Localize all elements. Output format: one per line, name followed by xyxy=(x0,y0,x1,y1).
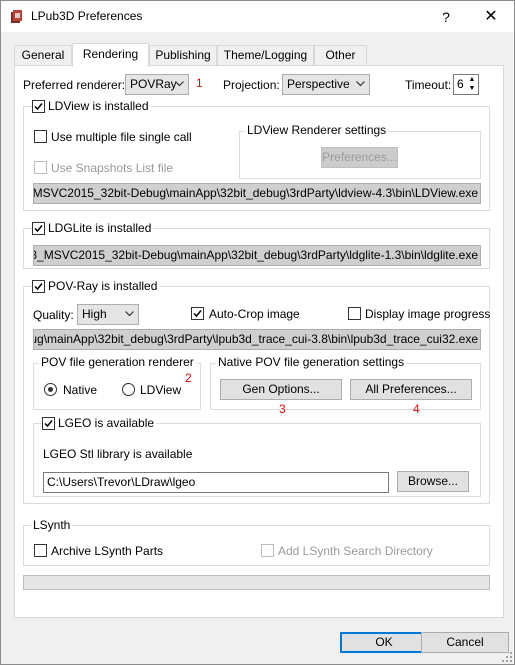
povray-path-text: C:\Users\Trevor\Projects\build_2015_11_3… xyxy=(34,332,478,346)
quality-value: High xyxy=(82,307,107,321)
tab-theme-logging[interactable]: Theme/Logging xyxy=(217,45,314,66)
preferences-dialog: LPub3D Preferences ? ✕ General Rendering… xyxy=(0,0,515,665)
tab-rendering[interactable]: Rendering xyxy=(72,43,149,67)
quality-label: Quality: xyxy=(33,308,74,322)
ldglite-path-field[interactable]: C:\Users\Trevor\Projects\build_2015_11_3… xyxy=(33,245,481,266)
projection-value: Perspective xyxy=(287,77,350,91)
lgeo-browse-button[interactable]: Browse... xyxy=(397,471,469,492)
window-title: LPub3D Preferences xyxy=(31,9,143,23)
checkmark-icon xyxy=(34,225,43,233)
povray-installed-checkbox[interactable] xyxy=(32,280,45,293)
cancel-button[interactable]: Cancel xyxy=(421,632,509,653)
lpub3d-app-icon xyxy=(11,10,22,23)
autocrop-label: Auto-Crop image xyxy=(209,307,300,321)
ldview-installed-label: LDView is installed xyxy=(46,99,151,113)
ldview-renderer-settings-title: LDView Renderer settings xyxy=(245,123,389,137)
help-button[interactable]: ? xyxy=(433,6,459,28)
ldview-path-field[interactable]: C:\Users\Trevor\Projects\build_2015_11_3… xyxy=(33,183,481,204)
archive-lsynth-label: Archive LSynth Parts xyxy=(51,544,164,558)
ok-button[interactable]: OK xyxy=(340,632,428,653)
projection-label: Projection: xyxy=(223,78,280,92)
preferred-renderer-label: Preferred renderer: xyxy=(23,78,126,92)
chevron-down-icon xyxy=(125,311,134,317)
marker-1: 1 xyxy=(196,76,203,90)
tab-general[interactable]: General xyxy=(14,45,72,66)
close-button[interactable]: ✕ xyxy=(478,6,504,28)
lsynth-title: LSynth xyxy=(31,518,73,532)
resize-grip-icon[interactable] xyxy=(501,651,513,663)
ldglite-installed-checkbox[interactable] xyxy=(32,222,45,235)
marker-2: 2 xyxy=(185,371,192,385)
snapshots-checkbox[interactable] xyxy=(34,161,47,174)
gen-options-button[interactable]: Gen Options... xyxy=(220,379,342,400)
add-lsynth-search-checkbox[interactable] xyxy=(261,544,274,557)
title-bar: LPub3D Preferences ? ✕ xyxy=(1,1,514,32)
all-preferences-button[interactable]: All Preferences... xyxy=(350,379,472,400)
ldview-radio[interactable] xyxy=(122,383,135,396)
tab-other[interactable]: Other xyxy=(314,45,367,66)
archive-lsynth-checkbox[interactable] xyxy=(34,544,47,557)
checkmark-icon xyxy=(44,420,53,428)
checkmark-icon xyxy=(34,283,43,291)
native-pov-settings-title: Native POV file generation settings xyxy=(216,355,407,369)
checkmark-icon xyxy=(34,103,43,111)
povray-installed-label: POV-Ray is installed xyxy=(46,279,160,293)
lgeo-path-field[interactable]: C:\Users\Trevor\LDraw\lgeo xyxy=(43,472,389,493)
ldview-path-text: C:\Users\Trevor\Projects\build_2015_11_3… xyxy=(33,186,478,200)
multi-file-label: Use multiple file single call xyxy=(51,130,192,144)
lgeo-available-checkbox[interactable] xyxy=(42,417,55,430)
projection-combo[interactable]: Perspective xyxy=(282,74,370,95)
timeout-value: 6 xyxy=(457,77,464,91)
preferred-renderer-combo[interactable]: POVRay xyxy=(125,74,189,95)
ldview-radio-label: LDView xyxy=(140,383,182,397)
radio-dot xyxy=(48,387,53,392)
lgeo-stl-label: LGEO Stl library is available xyxy=(43,447,193,461)
chevron-down-icon xyxy=(175,81,184,87)
native-radio[interactable] xyxy=(44,383,57,396)
spin-down-icon[interactable]: ▼ xyxy=(466,84,478,94)
multi-file-checkbox[interactable] xyxy=(34,130,47,143)
marker-4: 4 xyxy=(413,402,420,416)
checkmark-icon xyxy=(193,310,202,318)
tab-publishing[interactable]: Publishing xyxy=(149,45,217,66)
timeout-label: Timeout: xyxy=(405,78,452,92)
add-lsynth-search-label: Add LSynth Search Directory xyxy=(278,544,433,558)
ldglite-path-text: C:\Users\Trevor\Projects\build_2015_11_3… xyxy=(34,248,478,262)
snapshots-label: Use Snapshots List file xyxy=(51,161,174,175)
ldview-installed-checkbox[interactable] xyxy=(32,100,45,113)
autocrop-checkbox[interactable] xyxy=(191,307,204,320)
pov-gen-renderer-title: POV file generation renderer xyxy=(39,355,196,369)
native-radio-label: Native xyxy=(63,383,98,397)
marker-3: 3 xyxy=(279,402,286,416)
progress-bar xyxy=(23,575,490,590)
quality-combo[interactable]: High xyxy=(77,304,139,325)
preferred-renderer-value: POVRay xyxy=(130,77,177,91)
display-progress-label: Display image progress xyxy=(365,307,491,321)
timeout-spinbox[interactable]: 6 ▲ ▼ xyxy=(453,74,479,95)
lgeo-available-label: LGEO is available xyxy=(56,416,157,430)
ldglite-installed-label: LDGLite is installed xyxy=(46,221,154,235)
povray-path-field[interactable]: C:\Users\Trevor\Projects\build_2015_11_3… xyxy=(33,329,481,350)
ldview-preferences-button[interactable]: Preferences... xyxy=(321,147,398,168)
display-progress-checkbox[interactable] xyxy=(348,307,361,320)
chevron-down-icon xyxy=(356,81,365,87)
